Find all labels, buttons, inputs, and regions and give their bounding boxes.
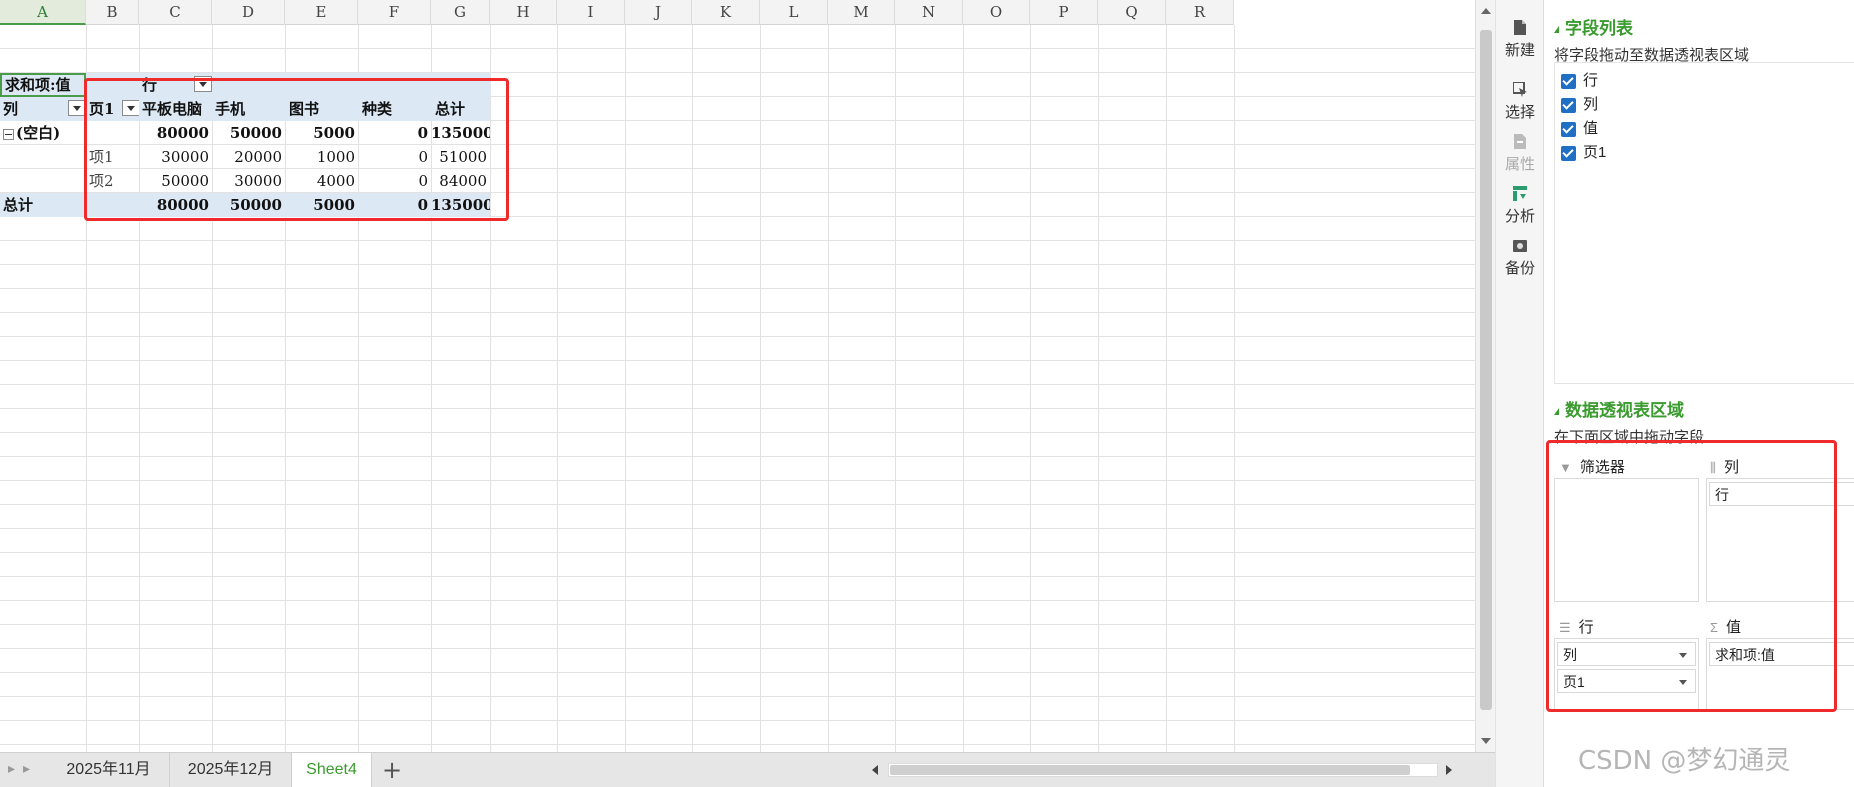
tool-new-label: 新建 — [1504, 42, 1535, 59]
watermark-text: CSDN @梦幻通灵 — [1578, 746, 1791, 776]
scroll-down-icon[interactable] — [1481, 738, 1491, 744]
field-list-box: 行 列 值 页1 — [1554, 62, 1854, 384]
field-page1[interactable]: 页1 — [1561, 141, 1606, 162]
column-header-c[interactable]: C — [139, 0, 212, 25]
checkbox-checked-icon[interactable] — [1561, 121, 1576, 137]
sheet-tab-bar: ▸▸ 2025年11月 2025年12月 Sheet4 + — [0, 752, 1495, 787]
column-header-m[interactable]: M — [828, 0, 895, 25]
tab-nav-arrows-icon[interactable]: ▸▸ — [8, 761, 38, 777]
grid-line — [1166, 25, 1167, 752]
tool-properties[interactable]: 属性 — [1496, 128, 1544, 186]
tool-analysis-label: 分析 — [1504, 208, 1535, 225]
group-label-text: (空白) — [16, 124, 61, 142]
row-field-label: 列 — [3, 100, 19, 118]
checkbox-checked-icon[interactable] — [1561, 97, 1576, 113]
pivot-field-panel: 字段列表 将字段拖动至数据透视表区域 行 列 值 页1 数据透视表区域 在下面区… — [1543, 0, 1854, 787]
grid-line — [625, 25, 626, 752]
scroll-up-icon[interactable] — [1481, 8, 1491, 14]
column-header-d[interactable]: D — [212, 0, 285, 25]
tool-select-label: 选择 — [1504, 104, 1535, 121]
tab-2025-11[interactable]: 2025年11月 — [48, 753, 170, 787]
collapse-icon[interactable] — [3, 128, 14, 140]
scroll-left-icon[interactable] — [872, 765, 878, 775]
tool-properties-label: 属性 — [1504, 156, 1535, 173]
column-header-p[interactable]: P — [1030, 0, 1098, 25]
tool-new[interactable]: 新建 — [1496, 14, 1544, 72]
areas-title[interactable]: 数据透视表区域 — [1554, 396, 1684, 421]
pivot-highlight-callout — [84, 78, 509, 221]
side-toolbar: 新建 选择 属性 分析 备份 — [1495, 0, 1543, 787]
vertical-scroll-thumb[interactable] — [1480, 30, 1492, 710]
field-label: 列 — [1583, 96, 1599, 113]
column-header-h[interactable]: H — [490, 0, 557, 25]
column-header-r[interactable]: R — [1166, 0, 1234, 25]
field-row[interactable]: 行 — [1561, 69, 1598, 90]
column-header-row: A B C D E F G H I J K L M N O P Q R — [0, 0, 1234, 25]
checkbox-checked-icon[interactable] — [1561, 145, 1576, 161]
vertical-scrollbar[interactable] — [1475, 0, 1495, 752]
backup-icon — [1513, 240, 1527, 252]
column-header-e[interactable]: E — [285, 0, 358, 25]
spreadsheet-grid[interactable]: A B C D E F G H I J K L M N O P Q R 求和项:… — [0, 0, 1475, 752]
grid-line — [760, 25, 761, 752]
collapse-triangle-icon — [1554, 408, 1559, 416]
column-header-a[interactable]: A — [0, 0, 86, 25]
grid-line — [1030, 25, 1031, 752]
column-header-q[interactable]: Q — [1098, 0, 1166, 25]
file-icon — [1514, 20, 1526, 35]
field-list-title[interactable]: 字段列表 — [1554, 14, 1633, 39]
grid-line — [1098, 25, 1099, 752]
tool-backup-label: 备份 — [1504, 260, 1535, 277]
areas-highlight-callout — [1546, 440, 1837, 712]
tool-backup[interactable]: 备份 — [1496, 232, 1544, 290]
tab-sheet4[interactable]: Sheet4 — [292, 753, 372, 787]
collapse-triangle-icon — [1554, 26, 1559, 34]
column-header-o[interactable]: O — [963, 0, 1030, 25]
checkbox-checked-icon[interactable] — [1561, 73, 1576, 89]
tool-analysis[interactable]: 分析 — [1496, 180, 1544, 238]
column-header-l[interactable]: L — [760, 0, 828, 25]
grid-line — [895, 25, 896, 752]
select-icon — [1513, 82, 1527, 97]
column-header-n[interactable]: N — [895, 0, 963, 25]
field-value[interactable]: 值 — [1561, 117, 1598, 138]
field-label: 行 — [1583, 72, 1599, 89]
column-header-f[interactable]: F — [358, 0, 431, 25]
column-header-k[interactable]: K — [692, 0, 760, 25]
pivot-sum-label[interactable]: 求和项:值 — [0, 73, 86, 97]
pivot-row-field: 列 — [0, 97, 86, 121]
field-list-title-text: 字段列表 — [1565, 19, 1633, 38]
areas-title-text: 数据透视表区域 — [1565, 401, 1684, 420]
column-header-b[interactable]: B — [86, 0, 139, 25]
app-window: A B C D E F G H I J K L M N O P Q R 求和项:… — [0, 0, 1854, 787]
horizontal-scroll-thumb[interactable] — [890, 765, 1410, 775]
horizontal-scrollbar[interactable] — [868, 762, 1458, 778]
column-header-i[interactable]: I — [557, 0, 625, 25]
field-col[interactable]: 列 — [1561, 93, 1598, 114]
grid-line — [828, 25, 829, 752]
properties-icon — [1514, 134, 1526, 149]
grid-line — [963, 25, 964, 752]
grid-line — [692, 25, 693, 752]
field-label: 值 — [1583, 120, 1599, 137]
grid-line — [557, 25, 558, 752]
field-label: 页1 — [1583, 144, 1607, 161]
tool-select[interactable]: 选择 — [1496, 76, 1544, 134]
tab-2025-12[interactable]: 2025年12月 — [170, 753, 292, 787]
column-header-g[interactable]: G — [431, 0, 490, 25]
scroll-right-icon[interactable] — [1446, 765, 1452, 775]
add-sheet-button[interactable]: + — [382, 756, 402, 784]
analysis-icon — [1513, 186, 1527, 201]
column-header-j[interactable]: J — [625, 0, 692, 25]
grid-line — [1234, 25, 1235, 752]
